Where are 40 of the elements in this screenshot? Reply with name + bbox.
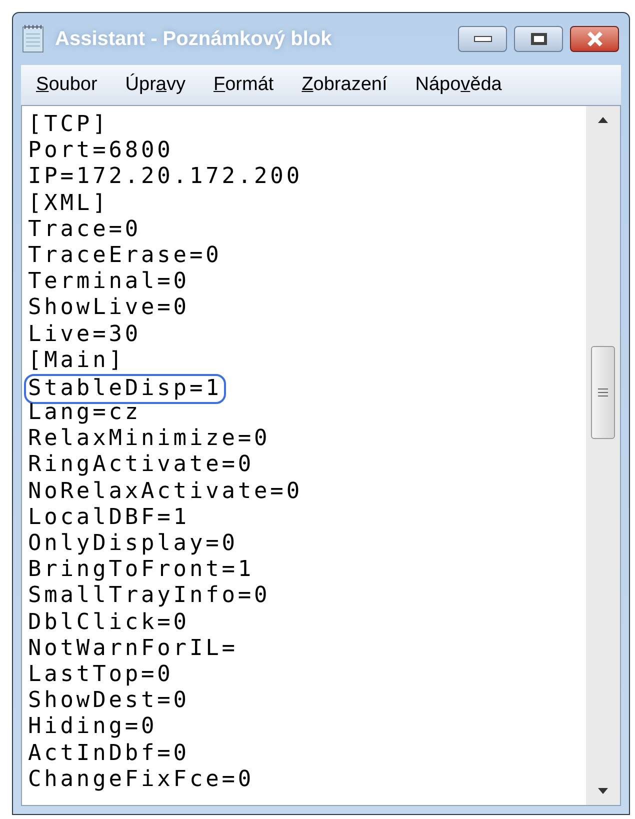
text-line: ChangeFixFce=0: [28, 766, 254, 793]
grip-icon: [598, 388, 608, 397]
text-line: ActInDbf=0: [28, 740, 190, 767]
text-line: Port=6800: [28, 138, 174, 164]
text-line: Live=30: [28, 322, 142, 348]
text-line: LastTop=0: [28, 662, 174, 688]
close-button[interactable]: [570, 26, 619, 52]
text-line: SmallTrayInfo=0: [28, 583, 270, 610]
text-line: [XML]: [28, 190, 109, 217]
menu-item[interactable]: Formát: [214, 70, 274, 100]
text-line: NotWarnForIL=: [28, 636, 238, 662]
text-line: Terminal=0: [28, 269, 190, 296]
text-line: RingActivate=0: [28, 452, 254, 479]
maximize-button[interactable]: [514, 26, 563, 52]
menu-item[interactable]: Úpravy: [125, 70, 186, 100]
text-line: RelaxMinimize=0: [28, 426, 270, 452]
menu-item[interactable]: Nápověda: [415, 70, 502, 100]
scrollbar[interactable]: [586, 106, 620, 805]
close-icon: [584, 31, 604, 47]
text-line: Trace=0: [28, 216, 142, 243]
scrollbar-thumb[interactable]: [591, 346, 615, 439]
menu-item[interactable]: Soubor: [36, 70, 98, 100]
text-line: DblClick=0: [28, 610, 190, 636]
minimize-button[interactable]: [458, 26, 507, 52]
text-line: ShowLive=0: [28, 295, 190, 322]
text-line: OnlyDisplay=0: [28, 531, 238, 558]
text-line: StableDisp=1: [24, 374, 226, 404]
menu-item[interactable]: Zobrazení: [302, 70, 388, 100]
text-line: [TCP]: [28, 112, 109, 138]
text-line: [Main]: [28, 348, 125, 374]
window-title: Assistant - Poznámkový blok: [55, 27, 332, 52]
scroll-up-icon[interactable]: [597, 116, 609, 124]
text-line: Hiding=0: [28, 714, 158, 741]
text-line: BringToFront=1: [28, 557, 254, 584]
text-line: IP=172.20.172.200: [28, 164, 302, 191]
scroll-down-icon[interactable]: [597, 787, 609, 795]
text-line: ShowDest=0: [28, 688, 190, 714]
text-line: TraceErase=0: [28, 242, 222, 270]
text-line: NoRelaxActivate=0: [28, 478, 302, 505]
text-line: LocalDBF=1: [28, 504, 190, 532]
